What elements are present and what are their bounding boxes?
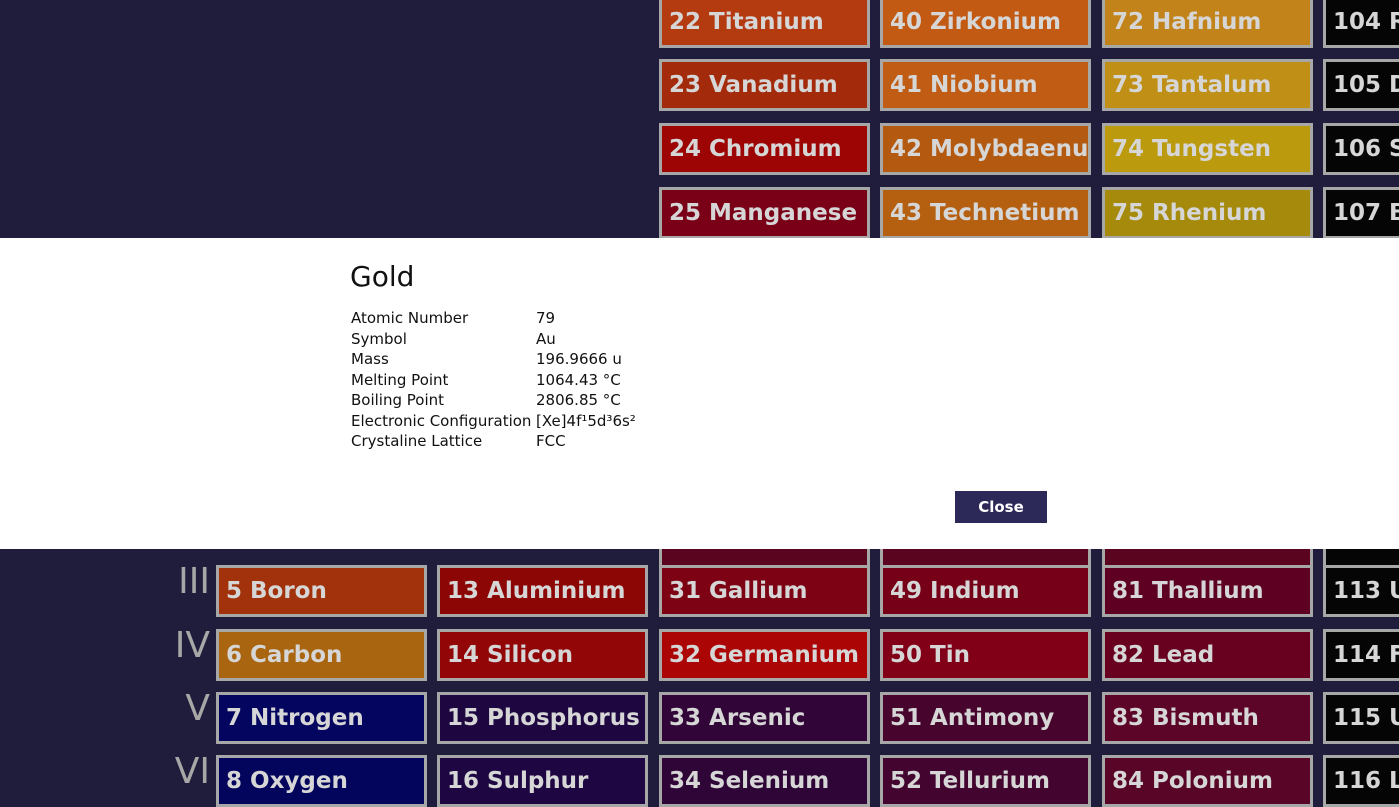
- property-list: Atomic Number 79 Symbol Au Mass 196.9666 u …: [351, 308, 636, 452]
- element-tile-lead[interactable]: 82 Lead: [1102, 629, 1313, 681]
- property-value: 196.9666 u: [536, 350, 622, 368]
- element-tile-thallium[interactable]: 81 Thallium: [1102, 565, 1313, 617]
- element-tile-105[interactable]: 105 Du: [1323, 59, 1399, 111]
- property-label: Atomic Number: [351, 309, 469, 327]
- element-tile-titanium[interactable]: 22 Titanium: [659, 0, 870, 48]
- property-label: Crystaline Lattice: [351, 432, 483, 450]
- element-tile-arsenic[interactable]: 33 Arsenic: [659, 692, 870, 744]
- property-value: Au: [536, 329, 556, 348]
- property-row: Mass 196.9666 u: [351, 349, 636, 370]
- element-tile-phosphorus[interactable]: 15 Phosphorus: [437, 692, 648, 744]
- element-detail-dialog: Gold Atomic Number 79 Symbol Au Mass 196.96…: [0, 238, 1399, 549]
- element-tile-oxygen[interactable]: 8 Oxygen: [216, 755, 427, 807]
- element-tile-tantalum[interactable]: 73 Tantalum: [1102, 59, 1313, 111]
- element-tile-chromium[interactable]: 24 Chromium: [659, 123, 870, 175]
- dialog-title: Gold: [350, 260, 415, 293]
- element-tile-aluminium[interactable]: 13 Aluminium: [437, 565, 648, 617]
- property-label: Melting Point: [351, 370, 449, 389]
- element-tile-hafnium[interactable]: 72 Hafnium: [1102, 0, 1313, 48]
- element-tile-nitrogen[interactable]: 7 Nitrogen: [216, 692, 427, 744]
- property-value: 79: [536, 309, 556, 327]
- element-tile-115[interactable]: 115 Un: [1323, 692, 1399, 744]
- group-label-v: V: [185, 688, 210, 729]
- property-value: FCC: [536, 432, 566, 450]
- element-tile-silicon[interactable]: 14 Silicon: [437, 629, 648, 681]
- element-tile-technetium[interactable]: 43 Technetium: [880, 187, 1091, 239]
- close-button[interactable]: Close: [955, 491, 1047, 523]
- element-tile-sulphur[interactable]: 16 Sulphur: [437, 755, 648, 807]
- element-tile-bismuth[interactable]: 83 Bismuth: [1102, 692, 1313, 744]
- element-tile-113[interactable]: 113 Un: [1323, 565, 1399, 617]
- property-value: 1064.43 °C: [536, 370, 621, 389]
- group-label-iii: III: [178, 561, 210, 602]
- element-tile-selenium[interactable]: 34 Selenium: [659, 755, 870, 807]
- element-tile-indium[interactable]: 49 Indium: [880, 565, 1091, 617]
- element-tile-boron[interactable]: 5 Boron: [216, 565, 427, 617]
- element-tile-carbon[interactable]: 6 Carbon: [216, 629, 427, 681]
- property-label: Electronic Configuration: [351, 411, 532, 430]
- element-tile-molybdaenum[interactable]: 42 Molybdaenum: [880, 123, 1091, 175]
- element-tile-104[interactable]: 104 Ru: [1323, 0, 1399, 48]
- property-row: Symbol Au: [351, 329, 636, 350]
- element-tile-rhenium[interactable]: 75 Rhenium: [1102, 187, 1313, 239]
- property-row: Crystaline Lattice FCC: [351, 431, 636, 452]
- element-tile-tungsten[interactable]: 74 Tungsten: [1102, 123, 1313, 175]
- element-tile-106[interactable]: 106 Se: [1323, 123, 1399, 175]
- element-tile-antimony[interactable]: 51 Antimony: [880, 692, 1091, 744]
- property-row: Atomic Number 79: [351, 308, 636, 329]
- element-tile-vanadium[interactable]: 23 Vanadium: [659, 59, 870, 111]
- property-row: Melting Point 1064.43 °C: [351, 370, 636, 391]
- property-value: [Xe]4f¹5d³6s²: [536, 411, 636, 430]
- element-tile-116[interactable]: 116 Liv: [1323, 755, 1399, 807]
- element-tile-zirkonium[interactable]: 40 Zirkonium: [880, 0, 1091, 48]
- element-tile-manganese[interactable]: 25 Manganese: [659, 187, 870, 239]
- element-tile-germanium[interactable]: 32 Germanium: [659, 629, 870, 681]
- group-label-vi: VI: [174, 751, 210, 792]
- element-tile-tin[interactable]: 50 Tin: [880, 629, 1091, 681]
- group-label-iv: IV: [174, 625, 210, 666]
- property-row: Boiling Point 2806.85 °C: [351, 390, 636, 411]
- element-tile-gallium[interactable]: 31 Gallium: [659, 565, 870, 617]
- property-row: Electronic Configuration [Xe]4f¹5d³6s²: [351, 411, 636, 432]
- element-tile-107[interactable]: 107 Bo: [1323, 187, 1399, 239]
- element-tile-polonium[interactable]: 84 Polonium: [1102, 755, 1313, 807]
- element-tile-tellurium[interactable]: 52 Tellurium: [880, 755, 1091, 807]
- property-label: Boiling Point: [351, 391, 445, 409]
- element-tile-niobium[interactable]: 41 Niobium: [880, 59, 1091, 111]
- property-label: Symbol: [351, 329, 407, 348]
- property-value: 2806.85 °C: [536, 391, 621, 409]
- property-label: Mass: [351, 350, 389, 368]
- element-tile-114[interactable]: 114 Fle: [1323, 629, 1399, 681]
